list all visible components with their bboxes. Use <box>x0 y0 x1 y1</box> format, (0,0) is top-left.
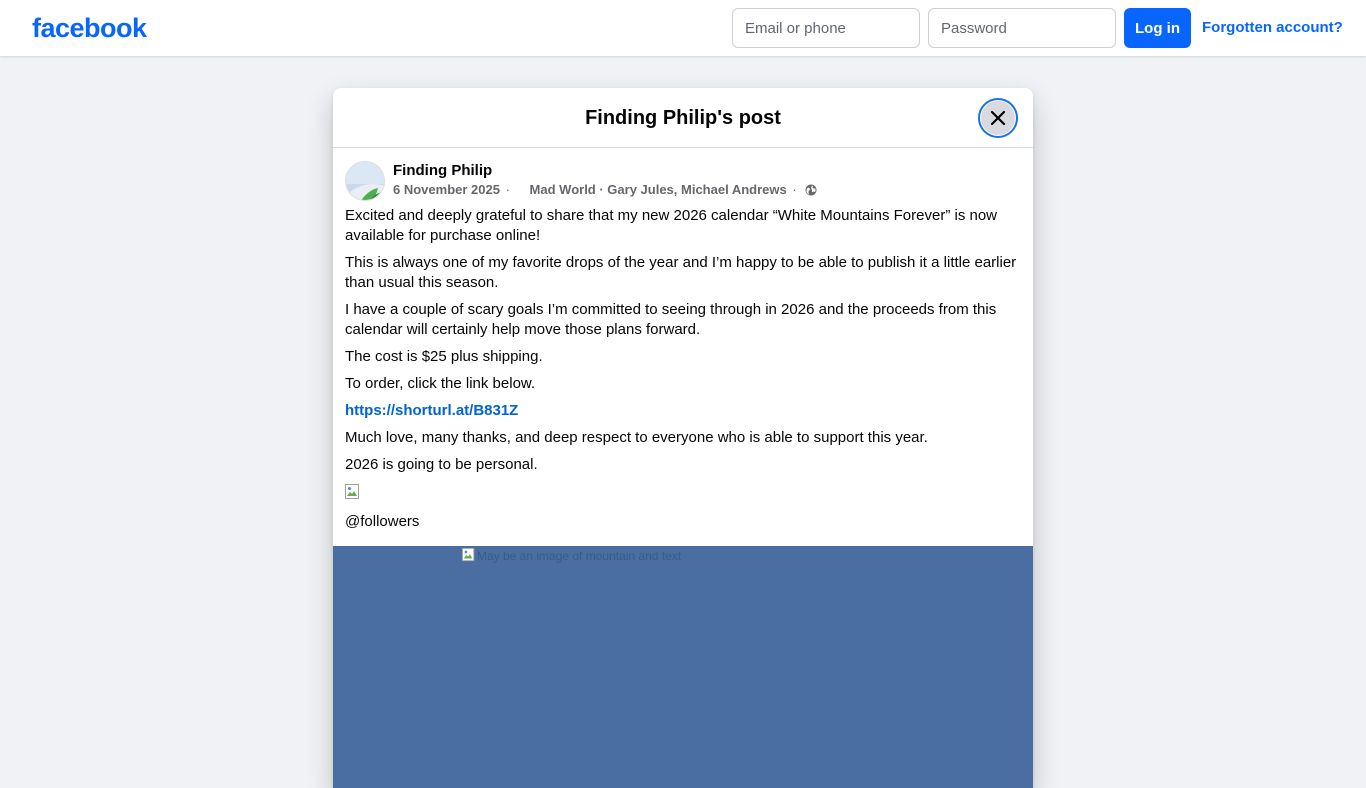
password-input[interactable] <box>928 8 1116 48</box>
avatar-image <box>346 162 384 200</box>
forgotten-account-link[interactable]: Forgotten account? <box>1202 18 1343 38</box>
post-paragraph: 2026 is going to be personal. <box>345 456 538 473</box>
order-link[interactable]: https://shorturl.at/B831Z <box>345 402 518 419</box>
top-bar: facebook Log in Forgotten account? <box>0 0 1366 56</box>
post-date[interactable]: 6 November 2025 <box>393 182 500 197</box>
close-icon <box>990 110 1006 126</box>
login-button[interactable]: Log in <box>1124 8 1191 48</box>
post-image[interactable]: May be an image of mountain and text <box>333 546 1033 788</box>
post-link-paragraph: https://shorturl.at/B831Z <box>345 401 1021 421</box>
post-header: Finding Philip 6 November 2025 · Mad Wor… <box>345 161 1025 201</box>
post-paragraph: Much love, many thanks, and deep respect… <box>345 429 928 446</box>
broken-image-placeholder <box>345 482 1021 510</box>
post-text: Excited and deeply grateful to share tha… <box>345 206 1021 532</box>
post-paragraph: The cost is $25 plus shipping. <box>345 348 543 365</box>
globe-icon[interactable] <box>805 184 817 196</box>
post-paragraph: I have a couple of scary goals I’m commi… <box>345 301 997 338</box>
post-modal: Finding Philip's post Finding Philip 6 N… <box>333 88 1033 788</box>
broken-image-icon <box>345 484 359 499</box>
avatar[interactable] <box>345 161 385 201</box>
post-paragraph: Excited and deeply grateful to share tha… <box>345 207 998 244</box>
image-alt-text: May be an image of mountain and text <box>462 548 681 563</box>
post-paragraph: This is always one of my favorite drops … <box>345 254 1017 291</box>
broken-image-icon <box>462 548 475 562</box>
post-meta: 6 November 2025 · Mad World · Gary Jules… <box>393 181 817 199</box>
meta-separator: · <box>792 182 797 197</box>
post-paragraph: To order, click the link below. <box>345 375 536 392</box>
modal-header: Finding Philip's post <box>333 88 1033 148</box>
modal-title: Finding Philip's post <box>585 107 781 129</box>
image-alt-label: May be an image of mountain and text <box>477 549 682 563</box>
author-name[interactable]: Finding Philip <box>393 161 492 181</box>
meta-separator: · <box>505 182 510 197</box>
close-button[interactable] <box>978 98 1018 138</box>
followers-tag[interactable]: @followers <box>345 512 1021 532</box>
music-track[interactable]: Mad World · Gary Jules, Michael Andrews <box>530 182 787 197</box>
email-input[interactable] <box>732 8 920 48</box>
facebook-logo[interactable]: facebook <box>32 10 147 46</box>
